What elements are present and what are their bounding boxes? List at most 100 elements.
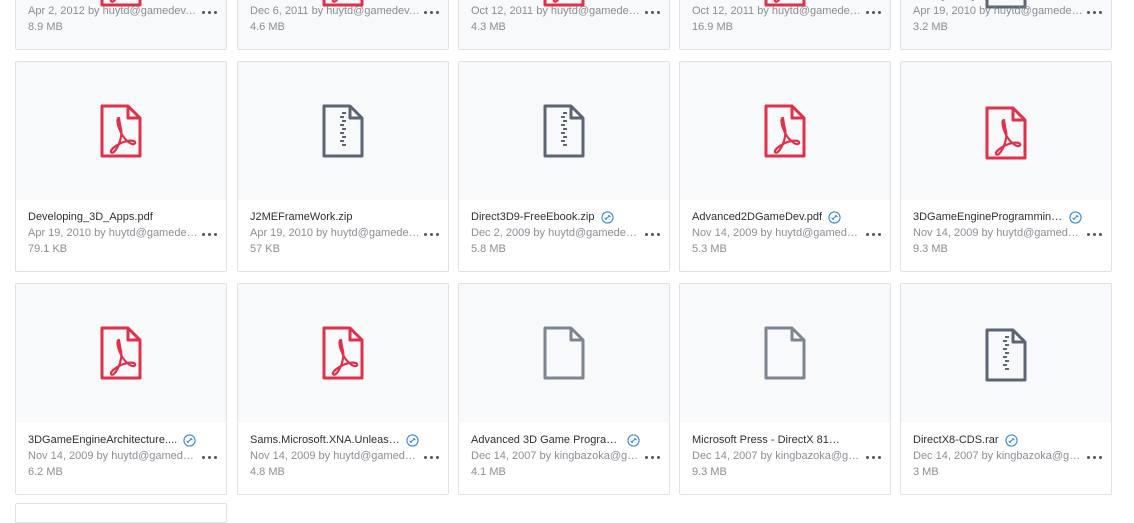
file-size: 79.1 KB	[28, 243, 68, 255]
file-info: Direct3D9-FreeEbook.zip Dec 2, 2009 by h…	[471, 209, 659, 257]
more-options-button[interactable]	[196, 3, 222, 21]
ellipsis-dot-icon	[644, 232, 648, 236]
file-name[interactable]: Advanced2DGameDev.pdf	[692, 211, 822, 223]
file-meta: Dec 2, 2009 by huytd@gamedev.vn	[471, 225, 659, 241]
more-options-button[interactable]	[1081, 3, 1107, 21]
ellipsis-dot-icon	[423, 455, 427, 459]
by-label: by	[87, 5, 100, 17]
file-date: Apr 19, 2010	[28, 227, 91, 239]
file-thumbnail[interactable]	[459, 284, 669, 422]
file-card[interactable]: DirectX8-CDS.rar Dec 14, 2007 by kingbaz…	[900, 283, 1112, 495]
more-options-button[interactable]	[196, 225, 222, 243]
file-size: 4.1 MB	[471, 466, 506, 478]
ellipsis-dot-icon	[1086, 455, 1090, 459]
ellipsis-dot-icon	[201, 10, 205, 14]
file-name[interactable]: Microsoft Press - DirectX 81 Pro...	[692, 434, 842, 446]
file-name-row: Direct3D9-FreeEbook.zip	[471, 209, 659, 225]
file-thumbnail[interactable]	[459, 62, 669, 200]
by-label: by	[760, 450, 773, 462]
more-options-button[interactable]	[1081, 225, 1107, 243]
more-options-button[interactable]	[418, 3, 444, 21]
file-card[interactable]: Direct3D9-FreeEbook.zip Dec 2, 2009 by h…	[458, 61, 670, 272]
file-thumbnail[interactable]	[16, 62, 226, 200]
ellipsis-dot-icon	[1092, 232, 1096, 236]
file-date-owner: Apr 19, 2010 by huytd@gamedev...	[250, 227, 420, 239]
ellipsis-dot-icon	[207, 455, 211, 459]
file-card[interactable]: Advanced 3D Game Program... Dec 14, 2007…	[458, 283, 670, 495]
more-options-button[interactable]	[196, 448, 222, 466]
file-card-partial[interactable]	[15, 503, 227, 523]
more-options-button[interactable]	[639, 3, 665, 21]
file-owner: huytd@gamedev.vn	[548, 227, 641, 239]
file-card[interactable]: 3DGameEngineProgramming.p... Nov 14, 200…	[900, 61, 1112, 272]
more-options-button[interactable]	[1081, 448, 1107, 466]
more-options-button[interactable]	[418, 448, 444, 466]
file-meta: Dec 14, 2007 by kingbazoka@gm...	[471, 448, 659, 464]
file-thumbnail[interactable]	[901, 284, 1111, 422]
pdf-icon	[984, 106, 1028, 160]
file-meta: Oct 12, 2011 by huytd@gamedev...	[692, 3, 880, 19]
file-owner: huytd@gamede...	[111, 450, 198, 462]
more-options-button[interactable]	[860, 225, 886, 243]
ellipsis-dot-icon	[435, 10, 439, 14]
file-card[interactable]: Developing_3D_Apps.pdf Apr 19, 2010 by hu…	[15, 61, 227, 272]
file-icon	[763, 326, 807, 380]
more-options-button[interactable]	[860, 448, 886, 466]
file-date: Nov 14, 2009	[692, 227, 758, 239]
file-card[interactable]: Oct 12, 2011 by huytd@gamedev... 16.9 MB	[679, 0, 891, 50]
ellipsis-dot-icon	[865, 455, 869, 459]
by-label: by	[979, 5, 991, 17]
shared-link-icon	[183, 433, 196, 447]
file-name[interactable]: 3DGameEngineArchitecture....	[28, 434, 177, 446]
file-name[interactable]: Advanced 3D Game Program...	[471, 434, 621, 446]
file-meta: Dec 14, 2007 by kingbazoka@gm...	[692, 448, 880, 464]
file-thumbnail[interactable]	[16, 284, 226, 422]
file-name[interactable]: 3DGameEngineProgramming.p...	[913, 211, 1063, 223]
file-name[interactable]: J2MEFrameWork.zip	[250, 211, 352, 223]
file-thumbnail[interactable]	[680, 62, 890, 200]
file-card[interactable]: J2megamingbook.rar Apr 19, 2010 by huytd@…	[900, 0, 1112, 50]
file-date-owner: Nov 14, 2009 by huytd@gamede...	[692, 227, 862, 239]
shared-link-icon	[627, 433, 640, 447]
file-thumbnail[interactable]	[680, 284, 890, 422]
file-meta: Apr 19, 2010 by huytd@gamedev.vn	[913, 3, 1101, 19]
file-icon	[542, 326, 586, 380]
file-name[interactable]: Developing_3D_Apps.pdf	[28, 211, 153, 223]
more-options-button[interactable]	[639, 448, 665, 466]
file-name[interactable]: DirectX8-CDS.rar	[913, 434, 999, 446]
file-date: Nov 14, 2009	[250, 450, 316, 462]
file-name[interactable]: Sams.Microsoft.XNA.Unleash...	[250, 434, 400, 446]
more-options-button[interactable]	[639, 225, 665, 243]
file-info: J2megamingbook.rar Apr 19, 2010 by huytd@…	[913, 0, 1101, 35]
file-meta: Apr 19, 2010 by huytd@gamedev...	[250, 225, 438, 241]
ellipsis-dot-icon	[429, 10, 433, 14]
by-label: by	[981, 450, 994, 462]
ellipsis-dot-icon	[877, 455, 881, 459]
file-owner: huytd@gamedev.vn	[993, 5, 1083, 17]
more-options-button[interactable]	[418, 225, 444, 243]
ellipsis-dot-icon	[650, 455, 654, 459]
ellipsis-dot-icon	[877, 232, 881, 236]
file-meta: Apr 2, 2012 by huytd@gamedev.vn	[28, 3, 216, 19]
file-card[interactable]: Microsoft Press - DirectX 81 Pro... Dec 1…	[679, 283, 891, 495]
ellipsis-dot-icon	[1098, 10, 1102, 14]
file-card[interactable]: J2MEFrameWork.zip Apr 19, 2010 by huytd@g…	[237, 61, 449, 272]
file-size: 9.3 MB	[913, 243, 948, 255]
file-card[interactable]: Oct 12, 2011 by huytd@gamedev... 4.3 MB	[458, 0, 670, 50]
ellipsis-dot-icon	[644, 455, 648, 459]
ellipsis-dot-icon	[871, 232, 875, 236]
file-thumbnail[interactable]	[238, 62, 448, 200]
file-name[interactable]: J2megamingbook.rar	[913, 0, 1016, 1]
file-thumbnail[interactable]	[901, 62, 1111, 200]
file-name[interactable]: Direct3D9-FreeEbook.zip	[471, 211, 595, 223]
ellipsis-dot-icon	[429, 232, 433, 236]
file-card[interactable]: Dec 6, 2011 by huytd@gamedev.vn 4.6 MB	[237, 0, 449, 50]
file-card[interactable]: 3DGameEngineArchitecture.... Nov 14, 200…	[15, 283, 227, 495]
file-card[interactable]: Apr 2, 2012 by huytd@gamedev.vn 8.9 MB	[15, 0, 227, 50]
file-thumbnail[interactable]	[238, 284, 448, 422]
file-card[interactable]: Advanced2DGameDev.pdf Nov 14, 2009 by hu…	[679, 61, 891, 272]
more-options-button[interactable]	[860, 3, 886, 21]
file-name-row: 3DGameEngineProgramming.p...	[913, 209, 1101, 225]
file-date-owner: Dec 14, 2007 by kingbazoka@gm...	[692, 450, 862, 462]
file-card[interactable]: Sams.Microsoft.XNA.Unleash... Nov 14, 20…	[237, 283, 449, 495]
